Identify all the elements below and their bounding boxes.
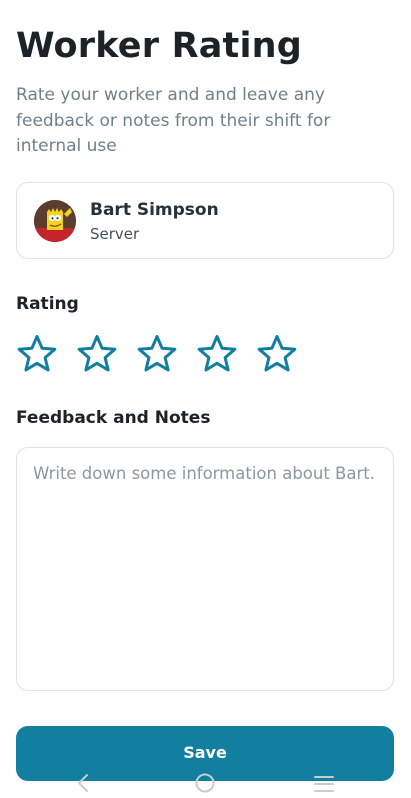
feedback-label: Feedback and Notes (16, 408, 211, 428)
star-1-icon[interactable] (16, 333, 58, 375)
bart-simpson-avatar-icon (34, 200, 76, 242)
circle-home-icon[interactable] (194, 772, 216, 794)
chevron-left-icon[interactable] (76, 773, 90, 793)
worker-rating-screen: Worker Rating Rate your worker and and l… (0, 0, 411, 798)
page-subtitle: Rate your worker and and leave any feedb… (16, 85, 331, 156)
star-4-icon[interactable] (196, 333, 238, 375)
star-3-icon[interactable] (136, 333, 178, 375)
feedback-notes-input[interactable] (16, 447, 394, 691)
star-5-icon[interactable] (256, 333, 298, 375)
save-button-label: Save (183, 743, 227, 762)
worker-role: Server (90, 225, 140, 243)
star-rating (16, 333, 316, 375)
rating-label: Rating (16, 294, 79, 314)
worker-card: Bart Simpson Server (16, 182, 394, 259)
page-title: Worker Rating (16, 26, 303, 66)
menu-lines-icon[interactable] (313, 773, 335, 795)
star-2-icon[interactable] (76, 333, 118, 375)
avatar (34, 200, 76, 242)
worker-name: Bart Simpson (90, 200, 219, 220)
